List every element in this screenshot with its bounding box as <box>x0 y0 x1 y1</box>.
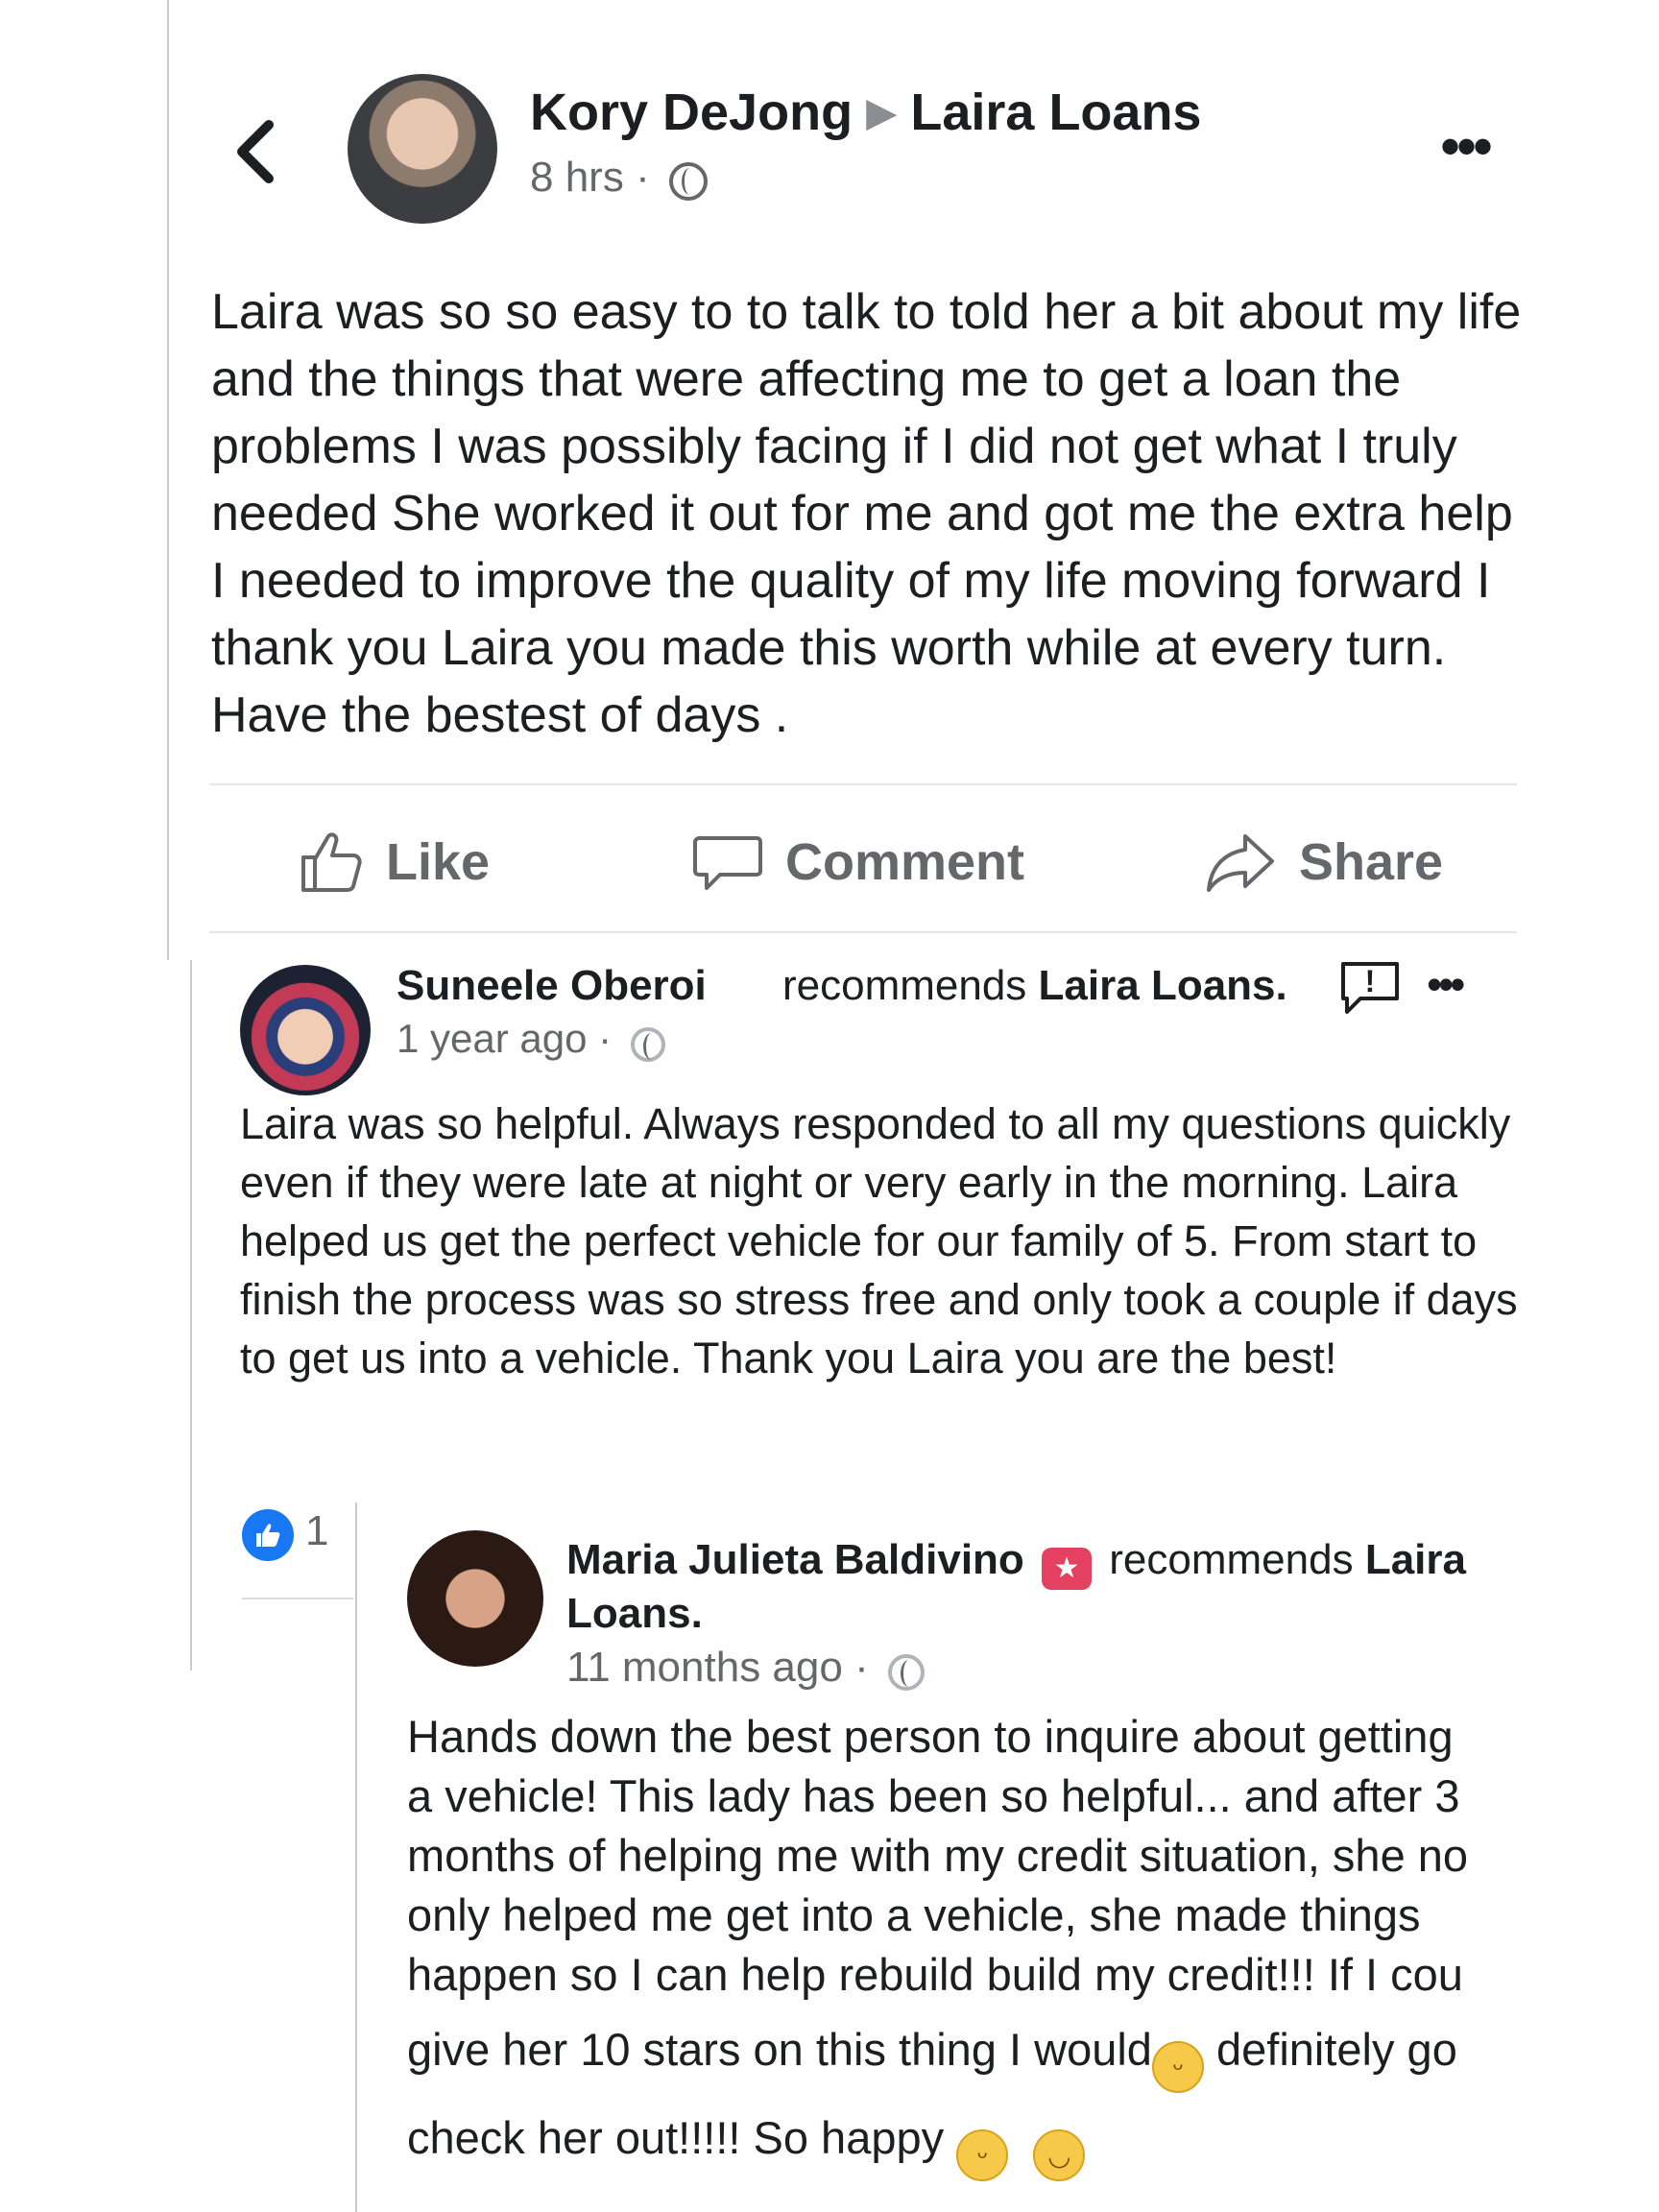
comment-bubble-icon <box>693 836 762 890</box>
review-line: Hands down the best person to inquire ab… <box>407 1711 1454 1762</box>
like-button[interactable]: Like <box>298 824 490 901</box>
review-time[interactable]: 11 months ago <box>566 1644 843 1691</box>
flag-glyph: ! <box>1365 964 1376 998</box>
reviewer-name[interactable]: Suneele Oberoi <box>397 962 707 1010</box>
page-link[interactable]: Laira Loans. <box>1039 962 1287 1009</box>
review-line-part: check her out!!!!! So happy <box>407 2112 957 2163</box>
reviewer-name[interactable]: Maria Julieta Baldivino <box>566 1536 1024 1583</box>
like-reaction-icon[interactable] <box>242 1509 294 1561</box>
review-line: happen so I can help rebuild build my cr… <box>407 1949 1463 2000</box>
separator-dot: · <box>598 1016 613 1061</box>
review-text: Laira was so helpful. Always responded t… <box>240 1099 1518 1382</box>
globe-icon <box>668 162 708 201</box>
thumbs-up-icon <box>301 832 362 892</box>
like-count[interactable]: 1 <box>305 1507 328 1555</box>
globe-icon <box>887 1654 925 1691</box>
post-more-button[interactable]: ••• <box>1440 113 1493 180</box>
review-line: months of helping me with my credit situ… <box>407 1830 1469 1881</box>
post-time[interactable]: 8 hrs <box>530 154 624 201</box>
divider <box>209 783 1517 785</box>
reply-left-border <box>355 1503 357 2212</box>
avatar[interactable] <box>348 74 497 224</box>
review-time[interactable]: 1 year ago <box>397 1016 587 1061</box>
arrow-right-icon: ▶ <box>866 89 898 134</box>
recommends-label: recommends <box>782 962 1027 1009</box>
avatar[interactable] <box>240 965 371 1095</box>
review-line-part: give her 10 stars on this thing I would <box>407 2024 1152 2075</box>
author-name[interactable]: Kory DeJong <box>530 84 853 141</box>
post-timestamp: 8 hrs · <box>530 154 708 202</box>
grinning-emoji-icon: ᵕ <box>956 2129 1009 2181</box>
post-header: Kory DeJong ▶ Laira Loans <box>530 83 1201 142</box>
review-header: Maria Julieta Baldivino ★ recommends Lai… <box>566 1536 1536 1638</box>
back-button[interactable] <box>227 113 284 190</box>
grinning-emoji-icon: ᵕ <box>1151 2041 1204 2093</box>
share-button[interactable]: Share <box>1205 824 1443 901</box>
review-timestamp: 1 year ago · <box>397 1016 665 1062</box>
share-arrow-icon <box>1207 834 1274 892</box>
separator-dot: · <box>636 154 650 201</box>
thumbs-up-icon <box>256 1524 280 1547</box>
divider <box>242 1598 353 1599</box>
comment-button[interactable]: Comment <box>691 824 1024 901</box>
review-more-button[interactable]: ••• <box>1427 958 1465 1010</box>
review-line-part: definitely go <box>1203 2024 1457 2075</box>
recommends-text: recommends Laira Loans. <box>782 962 1287 1010</box>
review-line: only helped me get into a vehicle, she m… <box>407 1889 1421 1940</box>
target-page-name[interactable]: Laira Loans <box>910 84 1201 141</box>
post-left-border <box>167 0 169 960</box>
review-line: check her out!!!!! So happy ᵕ ◡ <box>407 2108 1540 2181</box>
review-line: a vehicle! This lady has been so helpful… <box>407 1770 1460 1821</box>
report-flag-icon: ! <box>1341 962 1399 1014</box>
recommends-label: recommends <box>1109 1536 1354 1583</box>
report-button[interactable]: ! <box>1339 960 1401 1016</box>
globe-icon <box>630 1027 665 1062</box>
review-line: give her 10 stars on this thing I would ᵕ… <box>407 2020 1540 2093</box>
review-left-border <box>190 960 192 1671</box>
separator-dot: · <box>854 1644 869 1691</box>
smiling-emoji-icon: ◡ <box>1033 2129 1086 2181</box>
review-timestamp: 11 months ago · <box>566 1644 925 1692</box>
review-text: Hands down the best person to inquire ab… <box>407 1707 1540 2181</box>
divider <box>209 931 1517 933</box>
avatar[interactable] <box>407 1530 543 1667</box>
chevron-left-icon <box>237 120 274 183</box>
post-text: Laira was so so easy to to talk to told … <box>211 284 1522 743</box>
recommend-star-icon: ★ <box>1042 1548 1093 1590</box>
like-label: Like <box>386 833 491 891</box>
comment-label: Comment <box>785 833 1025 891</box>
share-label: Share <box>1299 833 1444 891</box>
